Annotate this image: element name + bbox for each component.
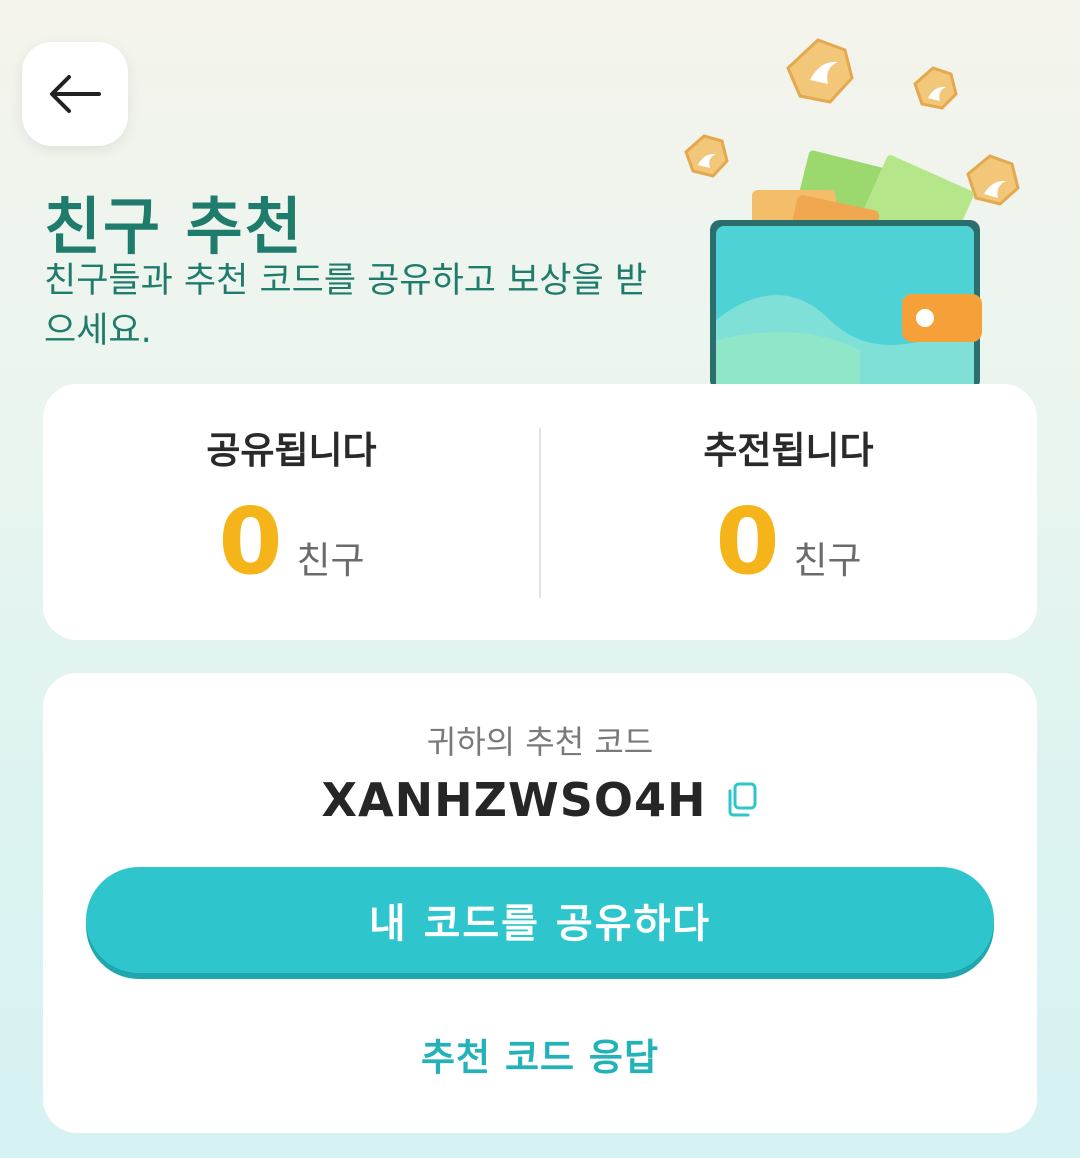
coin-icon [786,38,854,104]
referral-code-label: 귀하의 추천 코드 [426,723,654,761]
shared-stat: 공유됩니다 0 친구 [43,384,540,640]
copy-icon[interactable] [726,782,758,818]
referred-stat: 추전됩니다 0 친구 [540,384,1037,640]
coin-icon [684,134,729,178]
referred-unit: 친구 [793,539,862,582]
back-button[interactable] [22,42,128,146]
page-title: 친구 추천 [44,190,304,263]
reply-referral-code-link[interactable]: 추천 코드 응답 [43,1027,1037,1081]
shared-unit: 친구 [296,539,365,582]
share-code-button[interactable]: 내 코드를 공유하다 [86,867,994,973]
arrow-left-icon [50,75,101,113]
referred-count: 0 [715,488,780,595]
referred-label: 추전됩니다 [703,429,874,472]
referral-code-value: XANHZWSO4H [321,773,707,827]
page-subtitle: 친구들과 추천 코드를 공유하고 보상을 받으세요. [44,261,648,351]
shared-count: 0 [218,488,283,595]
stats-divider [539,428,541,598]
referral-code-card: 귀하의 추천 코드 XANHZWSO4H 내 코드를 공유하다 추천 코드 응답 [43,673,1037,1133]
referral-code-row: XANHZWSO4H [43,773,1037,827]
wallet-illustration [684,38,1020,390]
coin-icon [966,154,1020,206]
coin-icon [913,66,958,110]
shared-label: 공유됩니다 [206,429,377,472]
